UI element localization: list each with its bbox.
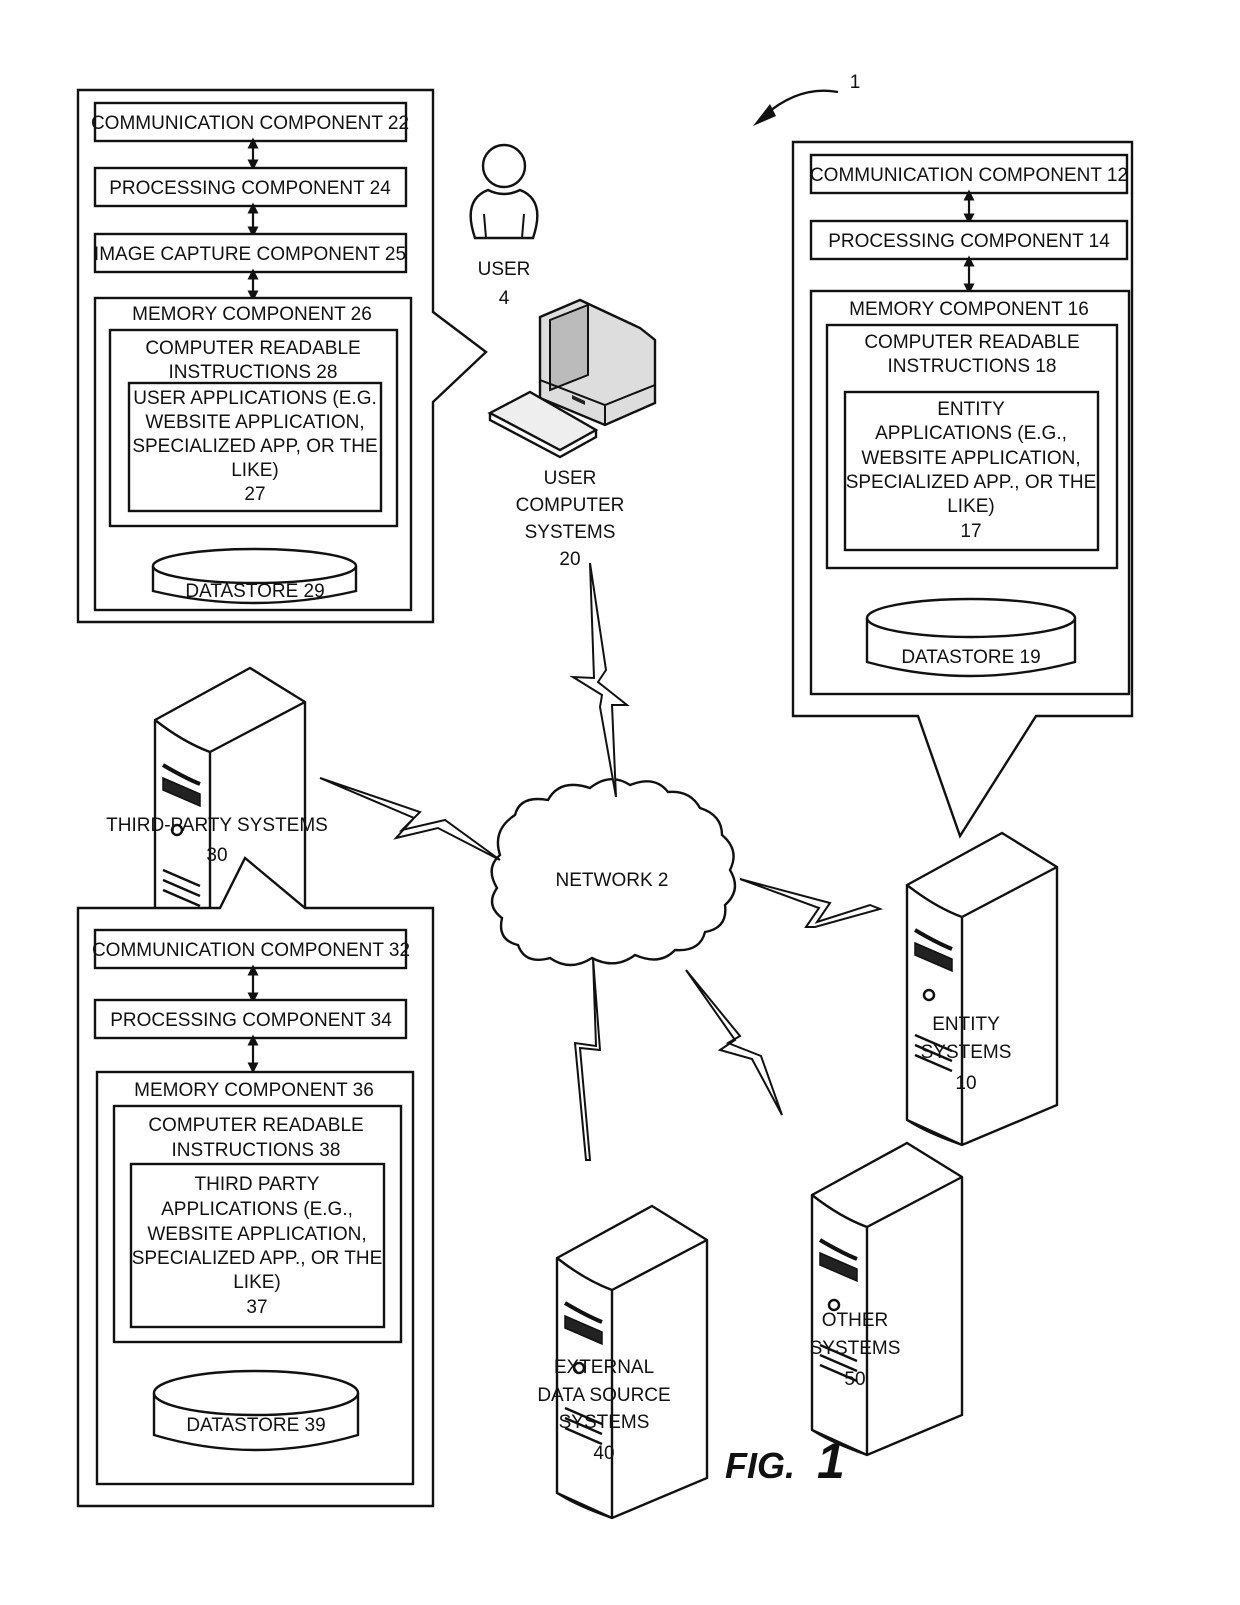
processing-component-label: PROCESSING COMPONENT 14 <box>828 231 1110 252</box>
image-capture-component-label: IMAGE CAPTURE COMPONENT 25 <box>94 244 406 265</box>
link-external-data-network <box>573 957 602 1161</box>
entity-systems-label-line: ENTITY <box>932 1014 1000 1035</box>
applications-label-line: SPECIALIZED APP., OR THE <box>132 1248 383 1269</box>
applications-label-line: LIKE) <box>233 1272 281 1293</box>
user-label: USER <box>478 259 531 280</box>
desktop-computer-icon <box>487 298 657 459</box>
arrowhead-icon <box>753 104 776 126</box>
applications-label-line: WEBSITE APPLICATION, <box>147 1224 366 1245</box>
user-computer-ref: 20 <box>559 549 580 570</box>
applications-label-line: SPECIALIZED APP, OR THE <box>132 436 377 457</box>
datastore-label: DATASTORE 19 <box>901 647 1040 668</box>
system-diagram: COMMUNICATION COMPONENT 22 PROCESSING CO… <box>76 72 1134 1520</box>
entity-systems-ref: 10 <box>955 1073 976 1094</box>
applications-label-line: THIRD PARTY <box>195 1174 320 1195</box>
applications-label-line: WEBSITE APPLICATION, <box>861 448 1080 469</box>
link-other-systems-network <box>685 969 783 1116</box>
applications-ref: 17 <box>960 521 981 542</box>
third-party-systems-ref: 30 <box>206 845 227 866</box>
memory-component-label: MEMORY COMPONENT 26 <box>132 304 372 325</box>
datastore-label: DATASTORE 39 <box>186 1415 325 1436</box>
applications-label-line: LIKE) <box>231 460 279 481</box>
applications-label-line: APPLICATIONS (E.G., <box>875 423 1067 444</box>
link-entity-network <box>739 878 884 928</box>
communication-component-label: COMMUNICATION COMPONENT 32 <box>92 940 410 961</box>
applications-label-line: SPECIALIZED APP., OR THE <box>846 472 1097 493</box>
instructions-label-line: INSTRUCTIONS 28 <box>169 362 338 383</box>
link-third-party-network <box>319 777 501 861</box>
processing-component-label: PROCESSING COMPONENT 34 <box>110 1010 392 1031</box>
other-systems-ref: 50 <box>844 1369 865 1390</box>
applications-label-line: LIKE) <box>947 496 995 517</box>
user-computer-detail-callout: COMMUNICATION COMPONENT 22 PROCESSING CO… <box>76 88 488 624</box>
processing-component-label: PROCESSING COMPONENT 24 <box>109 178 391 199</box>
applications-label-line: APPLICATIONS (E.G., <box>161 1199 353 1220</box>
applications-ref: 37 <box>246 1297 267 1318</box>
communication-component-label: COMMUNICATION COMPONENT 22 <box>91 113 409 134</box>
user-computer-label-line: COMPUTER <box>516 495 625 516</box>
applications-label-line: WEBSITE APPLICATION, <box>145 412 364 433</box>
other-systems-server-icon <box>810 1141 964 1457</box>
link-user-computer-network <box>569 562 630 798</box>
network-label: NETWORK 2 <box>556 870 669 891</box>
memory-component-label: MEMORY COMPONENT 16 <box>849 299 1089 320</box>
datastore-cylinder <box>152 1369 360 1452</box>
user-computer-label-line: SYSTEMS <box>525 522 616 543</box>
datastore-label: DATASTORE 29 <box>185 581 324 602</box>
applications-ref: 27 <box>244 484 265 505</box>
entity-systems-label-line: SYSTEMS <box>921 1042 1012 1063</box>
external-data-label-line: EXTERNAL <box>554 1357 654 1378</box>
entity-detail-callout: COMMUNICATION COMPONENT 12 PROCESSING CO… <box>791 140 1134 839</box>
other-systems-label-line: OTHER <box>822 1310 889 1331</box>
system-ref-label: 1 <box>850 72 861 93</box>
applications-label-line: USER APPLICATIONS (E.G. <box>133 388 377 409</box>
user-computer-label-line: USER <box>544 468 597 489</box>
instructions-label-line: COMPUTER READABLE <box>864 332 1079 353</box>
third-party-detail-callout: COMMUNICATION COMPONENT 32 PROCESSING CO… <box>76 856 435 1508</box>
entity-server-icon <box>905 831 1059 1147</box>
figure-label-prefix: FIG. <box>725 1445 795 1486</box>
communication-component-label: COMMUNICATION COMPONENT 12 <box>810 165 1128 186</box>
user-icon <box>469 143 539 240</box>
instructions-label-line: INSTRUCTIONS 18 <box>888 356 1057 377</box>
external-data-label-line: DATA SOURCE <box>537 1385 670 1406</box>
user-ref: 4 <box>499 288 510 309</box>
instructions-label-line: COMPUTER READABLE <box>148 1115 363 1136</box>
external-data-ref: 40 <box>593 1443 614 1464</box>
figure-label-number: 1 <box>817 1433 845 1489</box>
system-ref-arrow <box>764 89 839 116</box>
memory-component-label: MEMORY COMPONENT 36 <box>134 1080 374 1101</box>
instructions-label-line: INSTRUCTIONS 38 <box>172 1140 341 1161</box>
instructions-label-line: COMPUTER READABLE <box>145 338 360 359</box>
external-data-label-line: SYSTEMS <box>559 1412 650 1433</box>
applications-label-line: ENTITY <box>937 399 1005 420</box>
other-systems-label-line: SYSTEMS <box>810 1338 901 1359</box>
third-party-systems-label: THIRD-PARTY SYSTEMS <box>106 815 328 836</box>
